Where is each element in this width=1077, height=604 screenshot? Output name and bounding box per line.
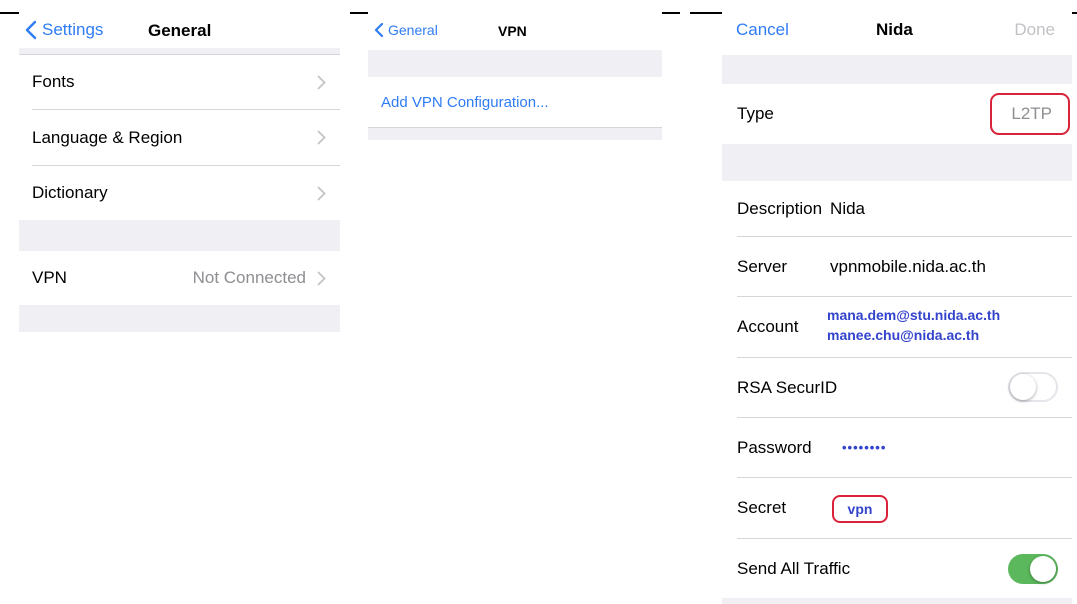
password-value: •••••••• xyxy=(842,440,887,455)
secret-value: vpn xyxy=(847,501,873,517)
add-vpn-configuration-button[interactable]: Add VPN Configuration... xyxy=(368,77,662,127)
nida-navbar: Cancel Nida Done xyxy=(722,14,1072,48)
row-label: Dictionary xyxy=(32,183,108,202)
description-row[interactable]: Description Nida xyxy=(722,181,1072,236)
general-navbar: Settings General xyxy=(19,14,340,48)
send-all-traffic-row: Send All Traffic xyxy=(722,539,1072,598)
account-value-student: mana.dem@stu.nida.ac.th xyxy=(827,307,1001,323)
type-highlight xyxy=(990,93,1070,135)
row-label: Password xyxy=(737,437,812,457)
row-label: VPN xyxy=(32,268,67,287)
row-label: Description xyxy=(737,198,823,218)
chevron-right-icon xyxy=(317,130,326,145)
back-to-general-button[interactable]: General xyxy=(374,22,438,38)
general-panel: Settings General Fonts Language & Region… xyxy=(19,0,340,340)
account-row[interactable]: Account mana.dem@stu.nida.ac.th manee.ch… xyxy=(722,297,1072,357)
fonts-row[interactable]: Fonts xyxy=(19,55,340,109)
row-label: Fonts xyxy=(32,72,75,91)
add-vpn-label: Add VPN Configuration... xyxy=(381,93,549,111)
back-to-settings-button[interactable]: Settings xyxy=(25,20,103,40)
group-spacer xyxy=(19,220,340,251)
done-button[interactable]: Done xyxy=(1014,20,1055,40)
description-value: Nida xyxy=(830,198,866,218)
chevron-right-icon xyxy=(317,271,326,286)
back-label: Settings xyxy=(42,20,104,39)
type-row[interactable]: Type L2TP xyxy=(722,84,1072,144)
row-label: Secret xyxy=(737,498,787,517)
vpn-navbar: General VPN xyxy=(368,14,662,48)
group-spacer xyxy=(368,128,662,140)
page-title: Nida xyxy=(876,20,913,39)
row-label: Account xyxy=(737,317,799,336)
language-region-row[interactable]: Language & Region xyxy=(19,110,340,165)
rsa-securid-toggle[interactable] xyxy=(1008,372,1058,402)
back-label: General xyxy=(388,22,438,38)
group-spacer xyxy=(722,598,1072,604)
vpn-panel: General VPN Add VPN Configuration... xyxy=(368,0,662,150)
group-spacer xyxy=(19,305,340,332)
row-label: Language & Region xyxy=(32,127,183,147)
row-label: Type xyxy=(737,104,774,123)
cancel-button[interactable]: Cancel xyxy=(736,20,789,40)
toggle-knob xyxy=(1010,374,1036,400)
chevron-right-icon xyxy=(317,186,326,201)
secret-highlight: vpn xyxy=(832,495,888,523)
row-label: Server xyxy=(737,256,788,276)
vpn-row[interactable]: VPN Not Connected xyxy=(19,251,340,305)
page-title: VPN xyxy=(498,23,527,39)
page-title: General xyxy=(148,21,212,40)
chevron-left-icon xyxy=(374,22,384,38)
nida-config-panel: Cancel Nida Done Type L2TP Description N… xyxy=(722,0,1072,604)
group-spacer xyxy=(722,55,1072,84)
account-value-staff: manee.chu@nida.ac.th xyxy=(827,327,980,343)
account-values: mana.dem@stu.nida.ac.th manee.chu@nida.a… xyxy=(827,305,1000,345)
row-label: Send All Traffic xyxy=(737,558,851,578)
server-value: vpnmobile.nida.ac.th xyxy=(830,256,986,276)
vpn-status: Not Connected xyxy=(192,268,306,287)
secret-row[interactable]: Secret vpn xyxy=(722,478,1072,538)
group-spacer xyxy=(368,50,662,77)
group-spacer xyxy=(722,144,1072,181)
server-row[interactable]: Server vpnmobile.nida.ac.th xyxy=(722,237,1072,296)
chevron-left-icon xyxy=(25,20,37,40)
password-row[interactable]: Password •••••••• xyxy=(722,418,1072,477)
send-all-traffic-toggle[interactable] xyxy=(1008,554,1058,584)
dictionary-row[interactable]: Dictionary xyxy=(19,166,340,220)
chevron-right-icon xyxy=(317,75,326,90)
toggle-knob xyxy=(1030,556,1056,582)
rsa-securid-row: RSA SecurID xyxy=(722,358,1072,417)
row-label: RSA SecurID xyxy=(737,377,838,397)
